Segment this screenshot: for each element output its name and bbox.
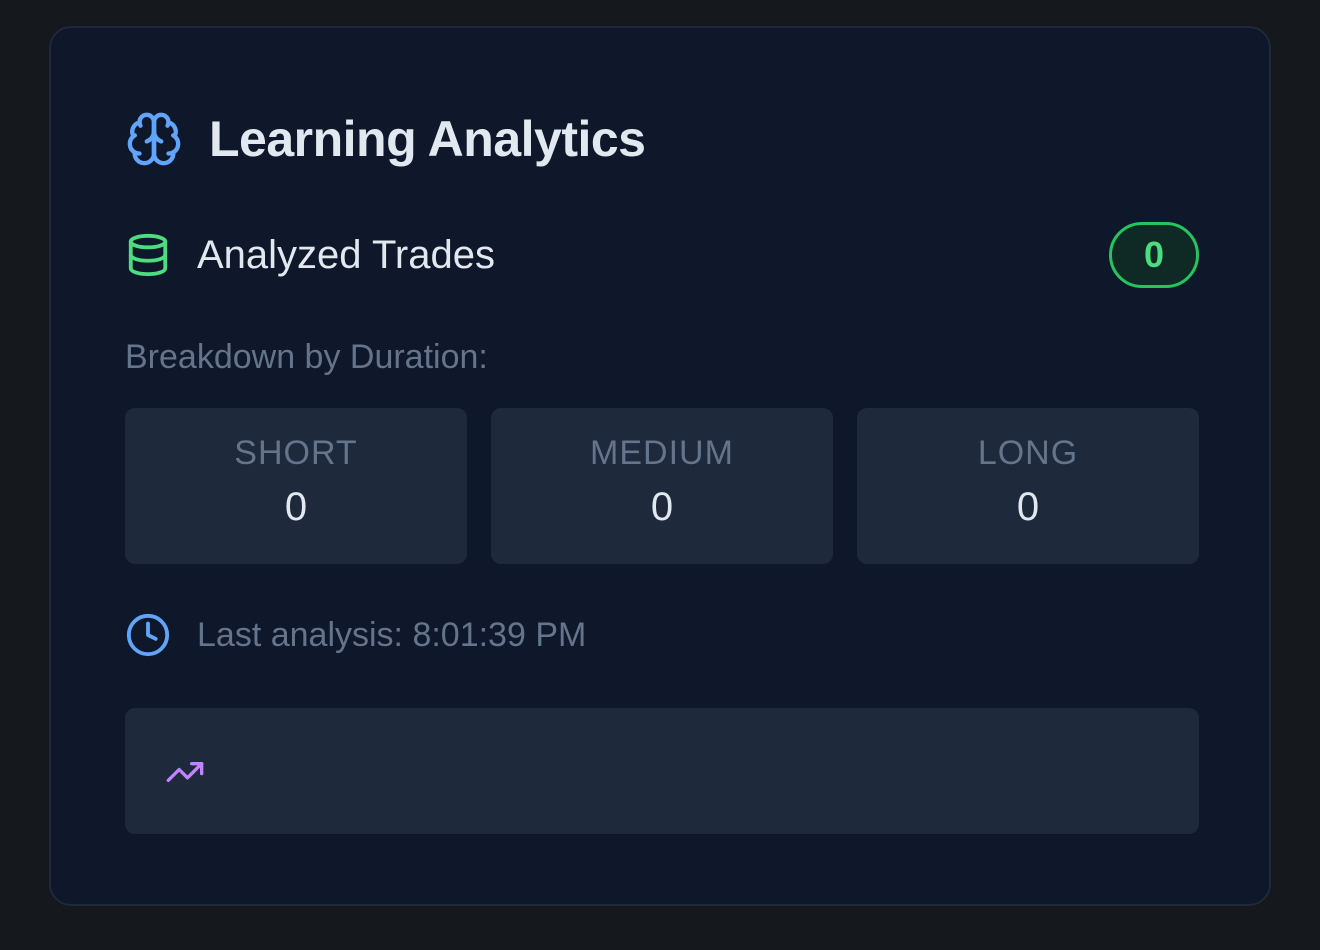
database-icon — [125, 232, 171, 278]
duration-value: 0 — [1016, 485, 1040, 529]
duration-name: LONG — [977, 434, 1079, 472]
duration-name: MEDIUM — [590, 434, 734, 472]
duration-short-box: SHORT 0 — [125, 408, 467, 564]
trending-up-icon — [161, 752, 209, 792]
duration-long-box: LONG 0 — [857, 408, 1199, 564]
brain-icon — [125, 110, 183, 168]
insight-panel — [125, 708, 1199, 834]
duration-value: 0 — [284, 485, 308, 529]
duration-breakdown-grid: SHORT 0 MEDIUM 0 LONG 0 — [125, 408, 1199, 564]
learning-analytics-card: Learning Analytics Analyzed Trades 0 Bre… — [49, 26, 1271, 906]
duration-name: SHORT — [234, 434, 358, 472]
last-analysis-text: Last analysis: 8:01:39 PM — [197, 615, 587, 654]
duration-medium-box: MEDIUM 0 — [491, 408, 833, 564]
analyzed-trades-count-badge: 0 — [1109, 222, 1199, 288]
last-analysis-row: Last analysis: 8:01:39 PM — [125, 612, 586, 658]
card-header: Learning Analytics — [125, 110, 646, 168]
breakdown-label: Breakdown by Duration: — [125, 338, 488, 376]
clock-icon — [125, 612, 171, 658]
card-title: Learning Analytics — [209, 111, 646, 167]
analyzed-trades-row: Analyzed Trades 0 — [125, 222, 1199, 288]
analyzed-trades-label: Analyzed Trades — [197, 232, 495, 277]
duration-value: 0 — [650, 485, 674, 529]
